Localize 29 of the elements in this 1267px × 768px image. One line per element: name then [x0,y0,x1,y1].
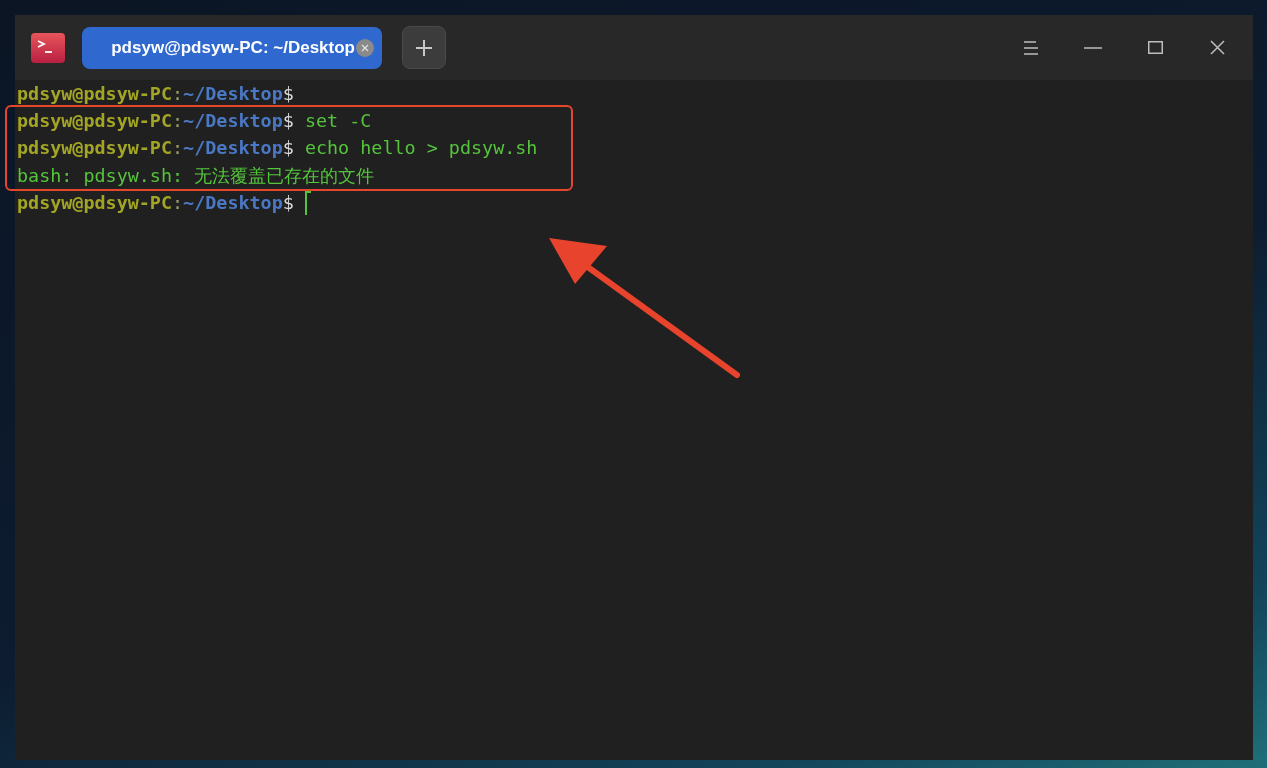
close-tab-button[interactable] [356,38,374,57]
output-text: bash: pdsyw.sh: 无法覆盖已存在的文件 [17,163,375,188]
prompt-sign: $ [282,191,294,216]
close-icon [1209,40,1225,55]
plus-icon [416,39,432,56]
prompt-user: pdsyw@pdsyw-PC [17,81,172,106]
prompt-sign: $ [282,81,294,106]
prompt-sign: $ [282,109,294,134]
close-icon [361,43,369,52]
prompt-separator: : [172,191,184,216]
command-text: echo hello > pdsyw.sh [303,136,538,161]
prompt-separator: : [172,109,184,134]
prompt-user: pdsyw@pdsyw-PC [17,109,172,134]
new-tab-button[interactable] [402,26,446,69]
prompt-separator: : [172,136,184,161]
prompt-user: pdsyw@pdsyw-PC [17,136,172,161]
terminal-tab[interactable]: pdsyw@pdsyw-PC: ~/Desktop [82,26,382,69]
minimize-icon [1084,46,1102,49]
command-text: set -C [303,109,372,134]
menu-icon [1023,40,1039,55]
prompt-path: ~/Desktop [183,81,283,106]
prompt-path: ~/Desktop [183,109,283,134]
prompt-sign: $ [282,136,294,161]
prompt-path: ~/Desktop [183,191,283,216]
prompt-path: ~/Desktop [183,136,283,161]
prompt-separator: : [172,81,184,106]
prompt-user: pdsyw@pdsyw-PC [17,191,172,216]
maximize-icon [1147,41,1163,54]
terminal-app-icon [31,32,65,63]
